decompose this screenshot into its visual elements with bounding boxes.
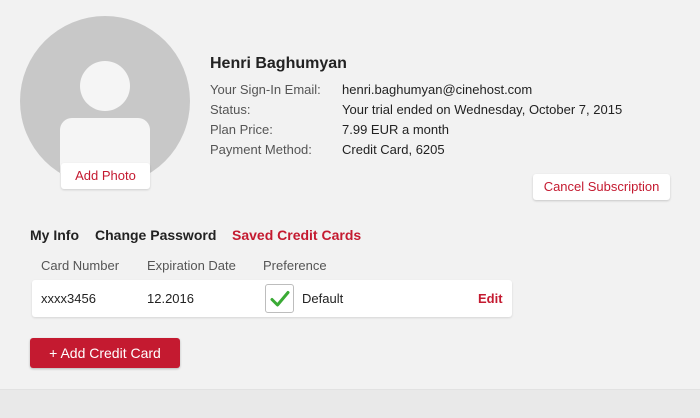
info-label: Payment Method: (210, 142, 312, 157)
user-placeholder-icon (80, 61, 130, 111)
column-header-preference: Preference (263, 258, 327, 273)
info-label: Plan Price: (210, 122, 273, 137)
card-expiration: 12.2016 (147, 291, 194, 306)
page-footer-background (0, 390, 700, 418)
card-preference: Default (302, 291, 344, 306)
tab-saved-credit-cards[interactable]: Saved Credit Cards (232, 227, 361, 243)
default-card-checkbox[interactable] (265, 284, 294, 313)
column-header-expiration-date: Expiration Date (147, 258, 236, 273)
info-label: Status: (210, 102, 251, 117)
cancel-subscription-button[interactable]: Cancel Subscription (533, 174, 670, 200)
info-label: Your Sign-In Email: (210, 82, 321, 97)
tab-my-info[interactable]: My Info (30, 227, 79, 243)
table-row: xxxx3456 12.2016 Default Edit (32, 280, 512, 317)
card-number: xxxx3456 (41, 291, 96, 306)
info-value: Your trial ended on Wednesday, October 7… (342, 102, 623, 117)
info-value: 7.99 EUR a month (342, 122, 449, 137)
avatar (20, 16, 190, 186)
edit-card-link[interactable]: Edit (478, 291, 503, 306)
add-photo-button[interactable]: Add Photo (61, 163, 150, 189)
account-panel: Add Photo Henri Baghumyan Your Sign-In E… (0, 0, 700, 390)
tab-change-password[interactable]: Change Password (95, 227, 216, 243)
info-value: Credit Card, 6205 (342, 142, 445, 157)
info-value: henri.baghumyan@cinehost.com (342, 82, 533, 97)
column-header-card-number: Card Number (41, 258, 120, 273)
add-credit-card-button[interactable]: + Add Credit Card (30, 338, 180, 368)
check-icon (270, 291, 290, 307)
user-name: Henri Baghumyan (210, 55, 347, 72)
